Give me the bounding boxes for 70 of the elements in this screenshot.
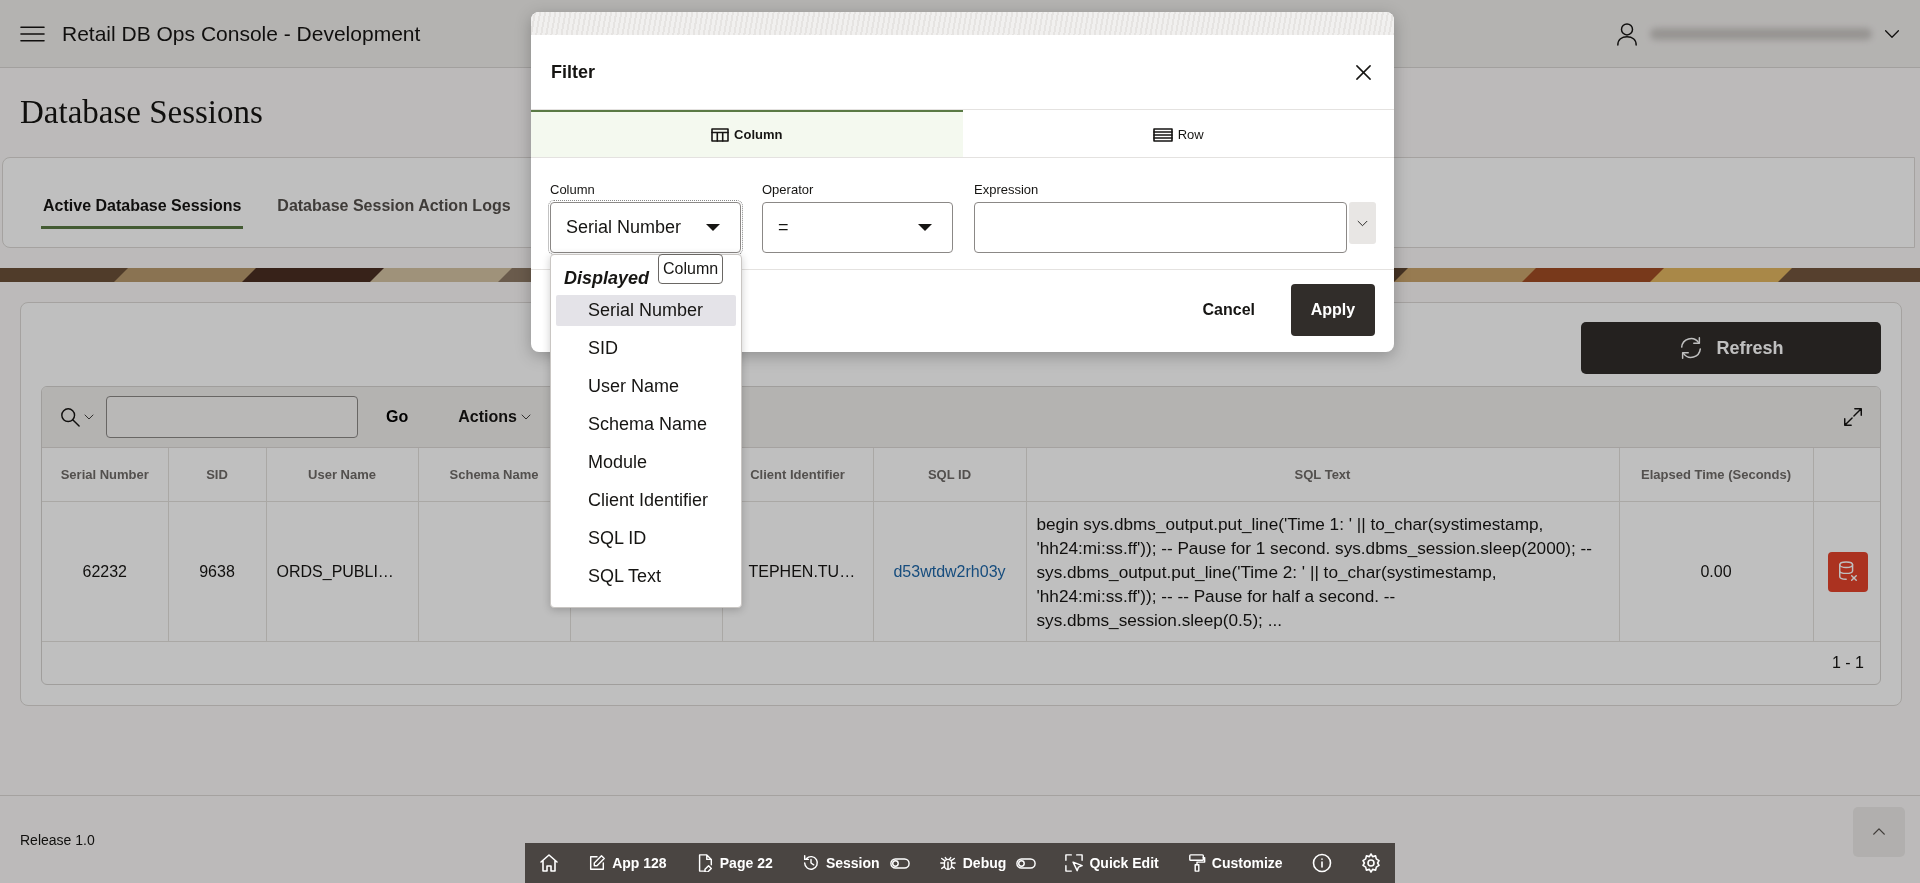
chevron-down-icon	[1357, 219, 1368, 227]
tooltip: Column	[658, 254, 724, 284]
chevron-down-icon	[84, 414, 94, 420]
expand-button[interactable]	[1842, 406, 1864, 428]
rows-icon	[1152, 127, 1173, 142]
group-heading: Displayed	[563, 266, 650, 290]
menu-button[interactable]	[20, 24, 45, 43]
column-header[interactable]: Elapsed Time (Seconds)	[1619, 448, 1813, 502]
dropdown-item[interactable]: SID	[556, 333, 736, 364]
clock-icon	[801, 854, 820, 872]
expand-icon	[1842, 406, 1864, 428]
menu-icon	[20, 24, 45, 43]
settings-icon	[1360, 853, 1381, 873]
go-button[interactable]: Go	[380, 404, 415, 430]
toolbar-button[interactable]: Page 22	[687, 850, 781, 876]
pagination-text: 1 - 1	[1832, 654, 1864, 672]
table-cell: 62232	[42, 501, 168, 642]
table-cell: 0.00	[1619, 501, 1813, 642]
info-icon	[1311, 853, 1332, 873]
column-header[interactable]: Serial Number	[42, 448, 168, 502]
dropdown-item[interactable]: User Name	[556, 371, 736, 402]
table-cell: begin sys.dbms_output.put_line('Time 1: ' || to_char(systimestamp, 'hh24:mi:ss.ff')); -- Pause for 1 second. sys.dbms_session.sleep(2000); -- sys.dbms_output.put_line('Time 2: ' || to_char(systimestamp, 'hh24:mi:ss.ff')); -- -- Pause for half a second. -- sys.dbms_session.sleep(0.5); ...	[1026, 501, 1619, 642]
database-x-icon	[1836, 559, 1859, 584]
search-column-button[interactable]	[60, 407, 94, 427]
expression-field[interactable]	[974, 202, 1347, 253]
column-header[interactable]: SID	[168, 448, 266, 502]
toolbar-button[interactable]: Quick Edit	[1057, 850, 1167, 876]
apply-button[interactable]: Apply	[1291, 284, 1375, 336]
actions-menu-button[interactable]: Actions	[452, 404, 537, 430]
dropdown-item[interactable]: Schema Name	[556, 409, 736, 440]
paint-roller-icon	[1187, 854, 1206, 872]
chevron-up-icon	[1872, 827, 1886, 836]
table-cell: 9638	[168, 501, 266, 642]
app-title: Retail DB Ops Console - Development	[62, 21, 421, 46]
kill-session-button[interactable]	[1827, 551, 1868, 592]
tab[interactable]: Database Session Action Logs	[275, 158, 513, 229]
dialog-title: Filter	[551, 61, 595, 83]
field-label: Operator	[762, 182, 815, 197]
close-icon	[1355, 63, 1372, 81]
pencil-icon	[588, 854, 607, 872]
field-label: Column	[550, 182, 596, 197]
close-button[interactable]	[1355, 63, 1372, 81]
toolbar-button[interactable]: Session	[793, 850, 918, 876]
tab[interactable]: Active Database Sessions	[41, 158, 244, 229]
home-icon	[539, 853, 559, 873]
cancel-button[interactable]: Cancel	[1190, 284, 1267, 336]
chevron-down-icon	[520, 414, 531, 420]
bug-icon	[938, 854, 957, 872]
column-header[interactable]: SQL Text	[1026, 448, 1619, 502]
toolbar-button[interactable]: App 128	[580, 850, 675, 876]
toolbar-button[interactable]: Debug	[930, 850, 1045, 876]
page-title: Database Sessions	[20, 94, 263, 131]
cursor-select-icon	[1065, 854, 1084, 872]
chevron-down-icon[interactable]	[1884, 28, 1900, 39]
search-icon	[60, 407, 80, 427]
refresh-button[interactable]: Refresh	[1581, 322, 1881, 374]
release-text: Release 1.0	[20, 831, 95, 848]
select-field[interactable]: =	[762, 202, 953, 253]
table-cell: ORDS_PUBLI…	[266, 501, 418, 642]
column-header[interactable]: SQL ID	[873, 448, 1026, 502]
select-field[interactable]: Serial Number	[550, 202, 741, 253]
field-label: Expression	[974, 182, 1040, 197]
column-header[interactable]: User Name	[266, 448, 418, 502]
dropdown-item[interactable]: Serial Number	[556, 295, 736, 326]
toolbar-button[interactable]: Customize	[1179, 850, 1291, 876]
search-field[interactable]	[106, 396, 358, 438]
user-icon	[1616, 21, 1638, 46]
sql-id-link[interactable]: d53wtdw2rh03y	[893, 562, 1006, 580]
tab[interactable]: Column	[531, 110, 963, 157]
table-icon	[711, 127, 730, 142]
